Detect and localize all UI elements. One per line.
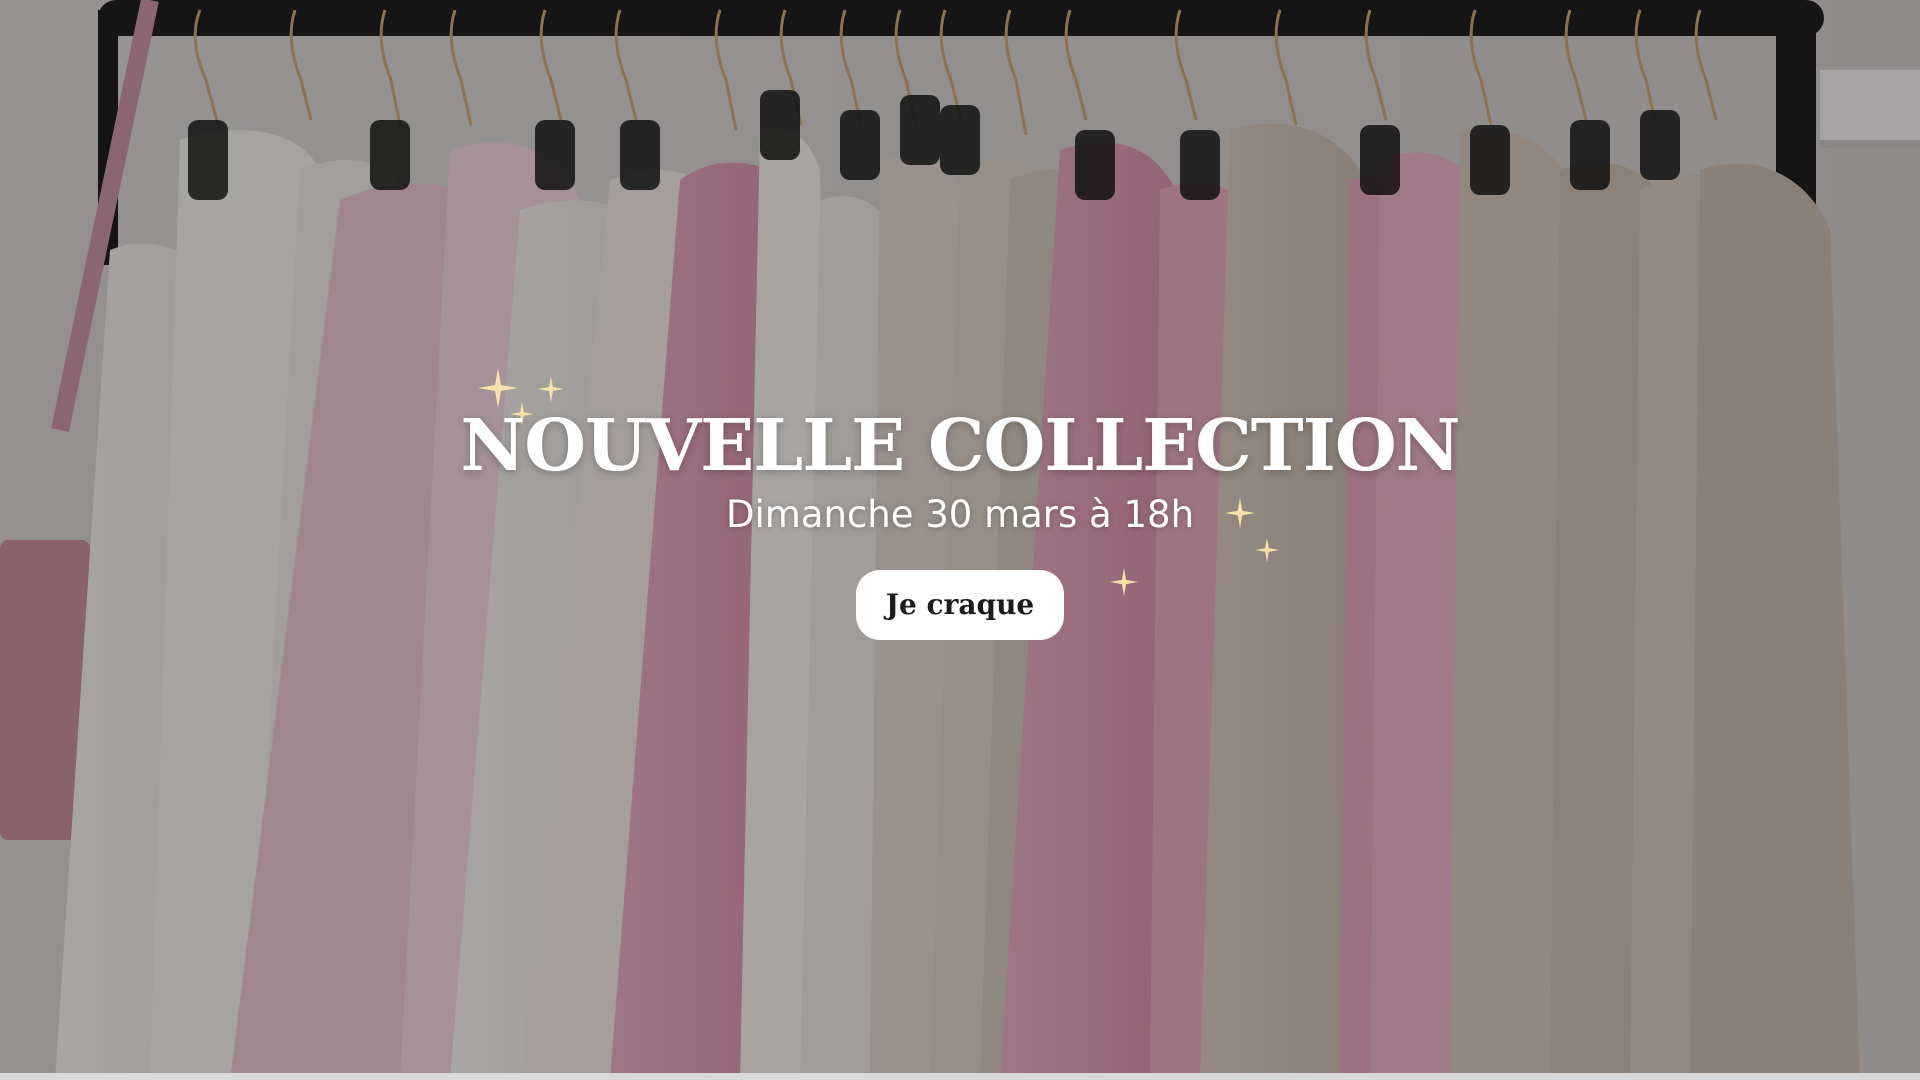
bottom-strip xyxy=(0,1073,1920,1080)
hero-subtitle: Dimanche 30 mars à 18h xyxy=(725,493,1195,536)
cta-button[interactable]: Je craque xyxy=(856,569,1064,640)
hero-banner: NOUVELLE COLLECTION Dimanche 30 mars à 1… xyxy=(0,0,1920,1080)
sparkle-icon xyxy=(538,376,564,402)
hero-title: NOUVELLE COLLECTION xyxy=(460,403,1460,487)
hero-content: NOUVELLE COLLECTION Dimanche 30 mars à 1… xyxy=(0,410,1920,640)
